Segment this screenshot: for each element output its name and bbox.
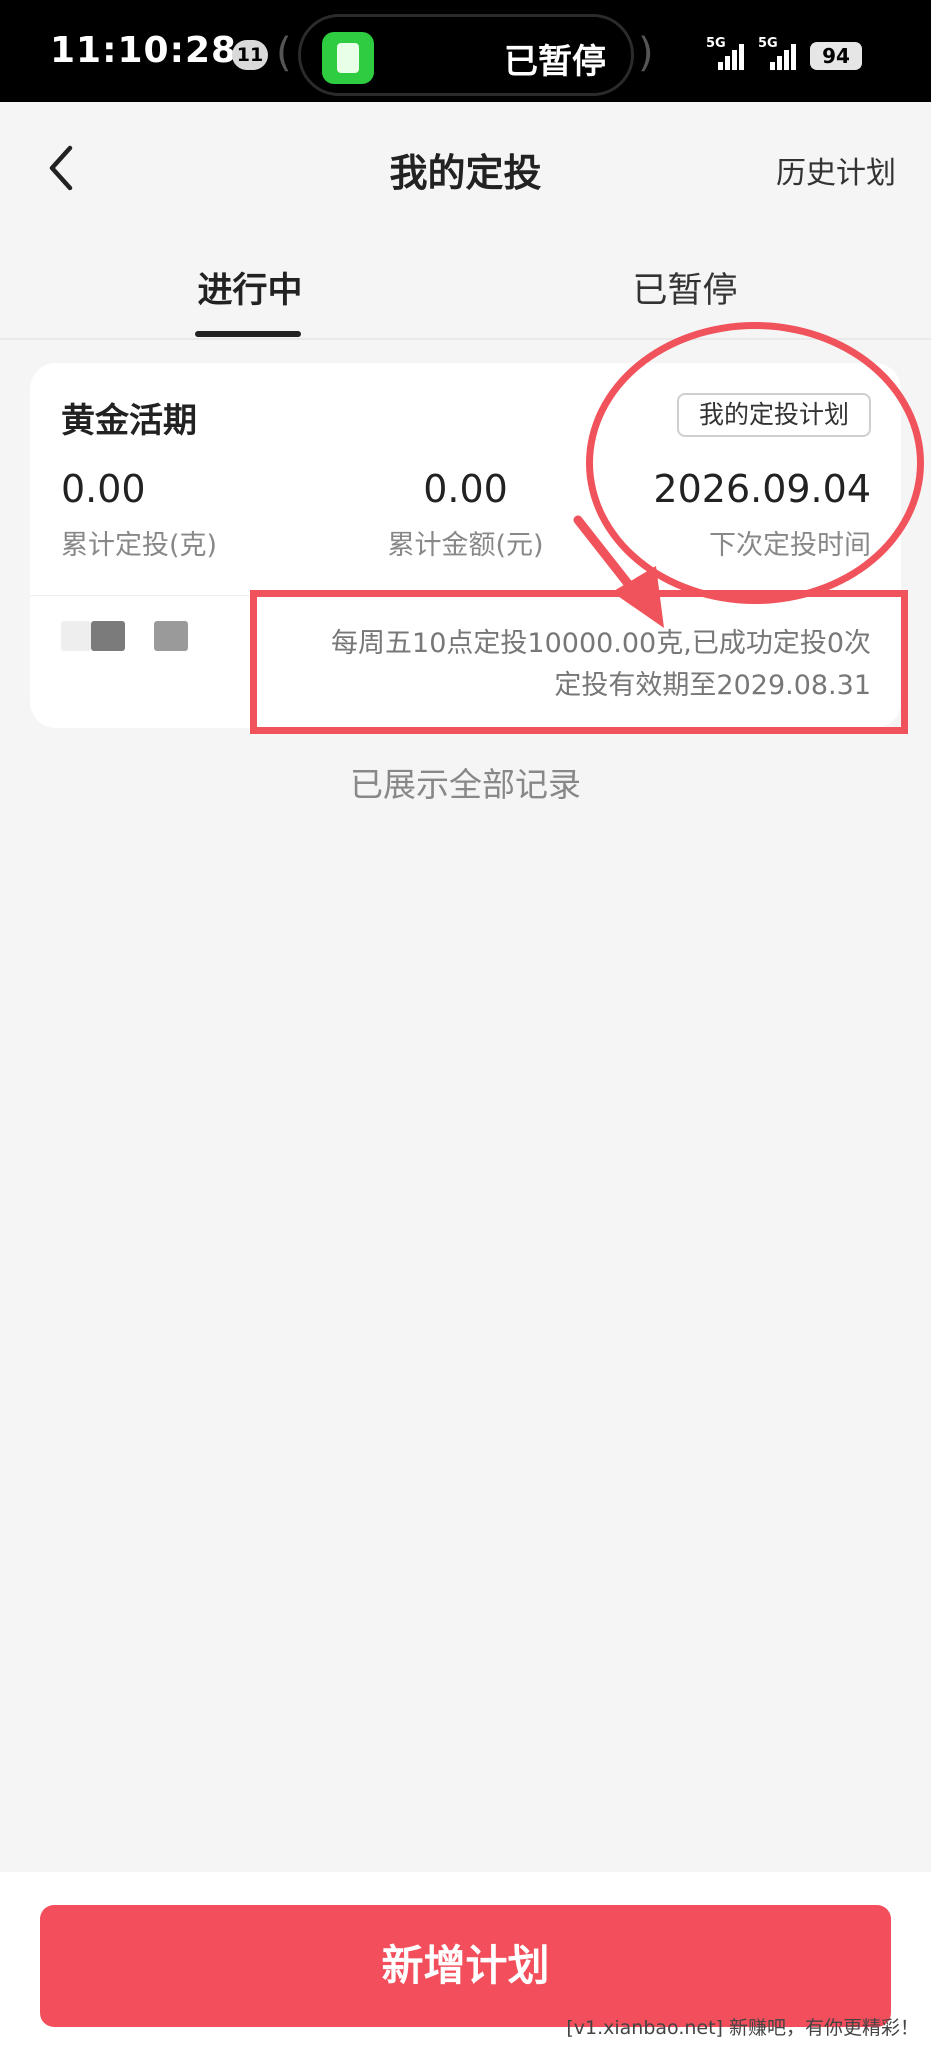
redacted-text-block [61,621,91,651]
right-bracket-decoration: ) [638,30,654,76]
redacted-text-block [154,621,188,651]
history-plans-link[interactable]: 历史计划 [776,148,896,192]
status-bar: 11:10:28 11 ( 已暂停 ) 5G 5G 94 [0,0,931,102]
tab-in-progress[interactable]: 进行中 [190,262,310,313]
battery-icon: 94 [810,42,862,70]
left-bracket-decoration: ( [276,30,292,76]
notification-count-badge: 11 [232,40,268,70]
annotation-rectangle [250,590,908,734]
activity-status-text: 已暂停 [504,42,606,82]
plan-card-title: 黄金活期 [61,401,197,441]
redacted-text-block [91,621,125,651]
watermark: [v1.xianbao.net] 新赚吧，有你更精彩！ [566,2017,919,2039]
all-records-shown-text: 已展示全部记录 [350,765,581,804]
signal-icon: 5G [706,36,746,70]
status-time: 11:10:28 [50,30,238,71]
signal-icon: 5G [758,36,798,70]
active-tab-indicator [195,331,301,337]
tab-paused[interactable]: 已暂停 [625,262,745,313]
add-plan-button[interactable]: 新增计划 [40,1905,891,2027]
app-icon [322,32,374,84]
